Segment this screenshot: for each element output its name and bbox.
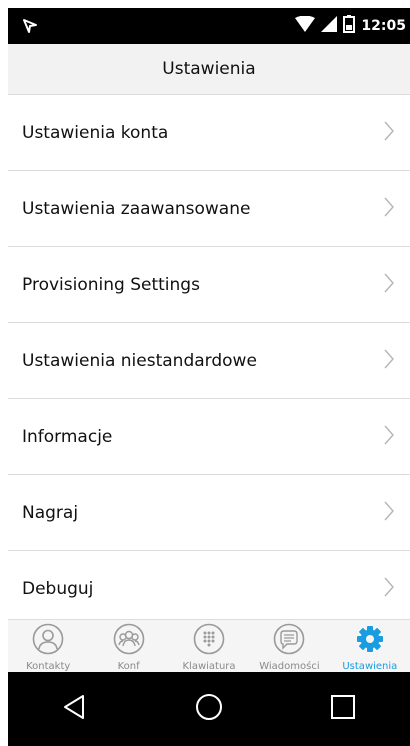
tab-label: Ustawienia [342,661,398,672]
settings-item-label: Provisioning Settings [22,274,200,295]
home-circle-icon [195,693,223,725]
settings-item-label: Informacje [22,426,113,447]
tab-messages[interactable]: Wiadomości [249,620,329,673]
settings-item-label: Ustawienia konta [22,122,169,143]
tab-keypad[interactable]: Klawiatura [169,620,249,673]
tab-label: Wiadomości [259,661,320,672]
settings-item-advanced[interactable]: Ustawienia zaawansowane [8,171,410,247]
back-triangle-icon [61,693,89,725]
home-button[interactable] [179,679,239,739]
chevron-right-icon [384,273,394,297]
android-navigation-bar [8,672,410,746]
contact-icon [32,623,64,659]
back-button[interactable] [45,679,105,739]
chevron-right-icon [384,349,394,373]
chevron-right-icon [384,197,394,221]
settings-item-record[interactable]: Nagraj [8,475,410,551]
recent-apps-square-icon [329,693,357,725]
settings-item-label: Ustawienia niestandardowe [22,350,257,371]
tab-label: Konf [117,661,140,672]
tab-label: Kontakty [26,661,71,672]
gear-icon [354,623,386,659]
status-bar: 12:05 [8,8,410,44]
settings-list: Ustawienia konta Ustawienia zaawansowane… [8,95,410,626]
keypad-icon [193,623,225,659]
settings-item-label: Ustawienia zaawansowane [22,198,251,219]
settings-item-label: Debuguj [22,578,94,599]
conference-icon [113,623,145,659]
chevron-right-icon [384,121,394,145]
app-notification-icon [20,16,40,40]
recent-apps-button[interactable] [313,679,373,739]
settings-item-account[interactable]: Ustawienia konta [8,95,410,171]
cellular-signal-icon [321,16,338,36]
settings-item-information[interactable]: Informacje [8,399,410,475]
tab-settings[interactable]: Ustawienia [330,620,410,673]
settings-item-custom[interactable]: Ustawienia niestandardowe [8,323,410,399]
tab-label: Klawiatura [182,661,236,672]
bottom-tab-bar: Kontakty Konf Klawiatura Wiadomości Usta… [8,619,410,673]
settings-item-debug[interactable]: Debuguj [8,551,410,626]
chevron-right-icon [384,577,394,601]
battery-icon [343,15,356,37]
tab-contacts[interactable]: Kontakty [8,620,88,673]
page-title: Ustawienia [162,59,256,79]
chevron-right-icon [384,501,394,525]
settings-header: Ustawienia [8,44,410,95]
settings-item-label: Nagraj [22,502,79,523]
tab-conference[interactable]: Konf [88,620,168,673]
wifi-icon [295,15,316,36]
settings-item-provisioning[interactable]: Provisioning Settings [8,247,410,323]
clock-time: 12:05 [361,18,406,34]
messages-icon [273,623,305,659]
chevron-right-icon [384,425,394,449]
